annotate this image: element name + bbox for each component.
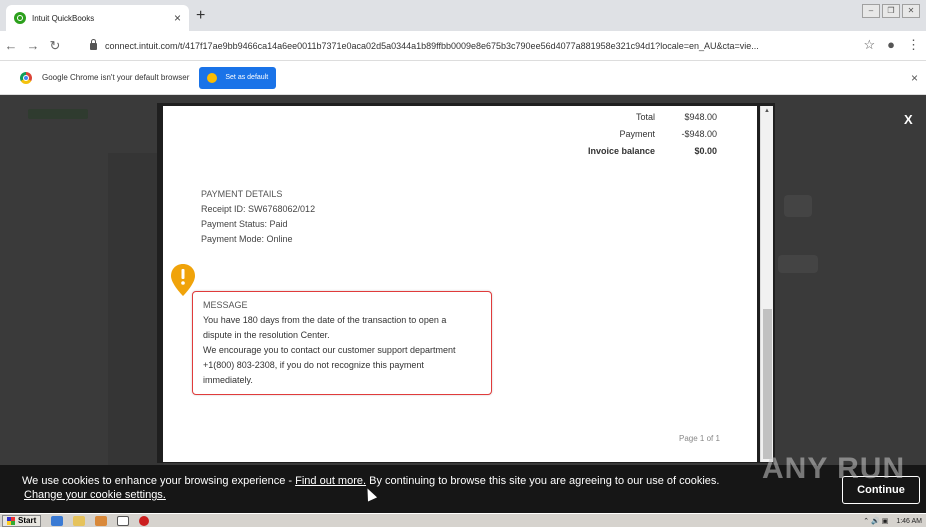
- infobar-close-icon[interactable]: ×: [911, 71, 918, 85]
- scroll-up-icon[interactable]: ▲: [764, 108, 770, 114]
- tray-icons[interactable]: ⌃ 🔊 ▣: [863, 517, 888, 525]
- start-label: Start: [18, 516, 37, 525]
- balance-value: $0.00: [694, 146, 717, 156]
- cookie-text-after: By continuing to browse this site you ar…: [366, 475, 720, 487]
- message-line: immediately.: [203, 375, 253, 385]
- balance-label: Invoice balance: [587, 146, 655, 156]
- message-line: We encourage you to contact our customer…: [203, 345, 456, 355]
- profile-icon[interactable]: ●: [887, 37, 895, 53]
- payment-details-heading: PAYMENT DETAILS: [201, 189, 283, 199]
- find-out-more-link[interactable]: Find out more.: [295, 475, 366, 487]
- message-line: dispute in the resolution Center.: [203, 330, 330, 340]
- background-control: [784, 195, 812, 217]
- ie-icon[interactable]: [51, 515, 64, 526]
- clock: 1:46 AM: [896, 517, 922, 525]
- cookie-settings-link[interactable]: Change your cookie settings.: [24, 489, 166, 501]
- browser-tab[interactable]: Intuit QuickBooks ×: [6, 5, 189, 31]
- cookie-text-before: We use cookies to enhance your browsing …: [22, 475, 296, 487]
- menu-dots-icon[interactable]: ⋮: [907, 37, 920, 53]
- set-default-button[interactable]: Set as default: [199, 66, 277, 89]
- window-controls: – ❐ ✕: [862, 4, 920, 18]
- invoice-document: Total $948.00 Payment -$948.00 Invoice b…: [163, 106, 757, 462]
- bookmark-star-icon[interactable]: ☆: [863, 37, 875, 53]
- windows-taskbar: Start ⌃ 🔊 ▣ 1:46 AM: [0, 513, 926, 527]
- folder-icon[interactable]: [73, 515, 86, 526]
- message-heading: MESSAGE: [203, 300, 248, 310]
- toolbar-right: ☆ ● ⋮: [863, 37, 920, 53]
- default-browser-infobar: Google Chrome isn't your default browser…: [0, 61, 926, 95]
- tab-title: Intuit QuickBooks: [32, 13, 95, 23]
- chrome-logo-icon: [20, 71, 32, 84]
- reload-icon[interactable]: ↻: [44, 38, 66, 54]
- shield-icon: [207, 72, 218, 83]
- chrome-taskbar-icon[interactable]: [117, 515, 130, 526]
- payment-details: PAYMENT DETAILS Receipt ID: SW6768062/01…: [201, 187, 315, 247]
- message-line: You have 180 days from the date of the t…: [203, 315, 447, 325]
- modal-close-button[interactable]: X: [904, 112, 913, 127]
- new-tab-button[interactable]: +: [196, 7, 205, 25]
- address-bar[interactable]: connect.intuit.com/t/417f17ae9bb9466ca14…: [90, 37, 850, 55]
- anyrun-watermark: ANY RUN: [762, 452, 906, 485]
- scrollbar-thumb[interactable]: [763, 309, 772, 459]
- window-close-icon[interactable]: ✕: [902, 4, 920, 18]
- total-label: Total: [635, 112, 655, 122]
- payment-value: -$948.00: [681, 129, 717, 139]
- browser-toolbar: ← → ↻ connect.intuit.com/t/417f17ae9bb94…: [0, 31, 926, 61]
- back-arrow-icon[interactable]: ←: [0, 38, 22, 53]
- windows-flag-icon: [7, 516, 15, 525]
- tab-close-icon[interactable]: ×: [174, 11, 181, 25]
- message-line: +1(800) 803-2308, if you do not recogniz…: [203, 360, 424, 370]
- document-scrollbar[interactable]: ▲: [760, 106, 773, 462]
- forward-arrow-icon[interactable]: →: [22, 38, 44, 53]
- background-control: [778, 255, 818, 273]
- opera-icon[interactable]: [139, 515, 150, 526]
- tab-strip: Intuit QuickBooks × + – ❐ ✕: [0, 0, 926, 31]
- screen: Intuit QuickBooks × + – ❐ ✕ ← → ↻ connec…: [0, 0, 926, 527]
- url-text: connect.intuit.com/t/417f17ae9bb9466ca14…: [105, 41, 759, 51]
- payment-mode: Payment Mode: Online: [201, 234, 293, 244]
- system-tray: ⌃ 🔊 ▣ 1:46 AM: [863, 515, 922, 527]
- cookie-text: We use cookies to enhance your browsing …: [22, 475, 719, 487]
- background-panel: [108, 153, 164, 493]
- quickbooks-logo: [28, 109, 88, 119]
- receipt-id: Receipt ID: SW6768062/012: [201, 204, 316, 214]
- lock-icon: [90, 38, 97, 50]
- minimize-icon[interactable]: –: [862, 4, 880, 18]
- payment-label: Payment: [619, 129, 655, 139]
- start-button[interactable]: Start: [2, 514, 42, 527]
- page-number: Page 1 of 1: [679, 434, 720, 443]
- payment-status: Payment Status: Paid: [201, 219, 288, 229]
- infobar-message: Google Chrome isn't your default browser: [42, 73, 190, 82]
- set-default-label: Set as default: [225, 74, 269, 81]
- total-value: $948.00: [684, 112, 717, 122]
- quickbooks-favicon-icon: [14, 12, 26, 24]
- media-icon[interactable]: [95, 515, 108, 526]
- message-box: MESSAGE You have 180 days from the date …: [192, 291, 492, 395]
- maximize-icon[interactable]: ❐: [882, 4, 900, 18]
